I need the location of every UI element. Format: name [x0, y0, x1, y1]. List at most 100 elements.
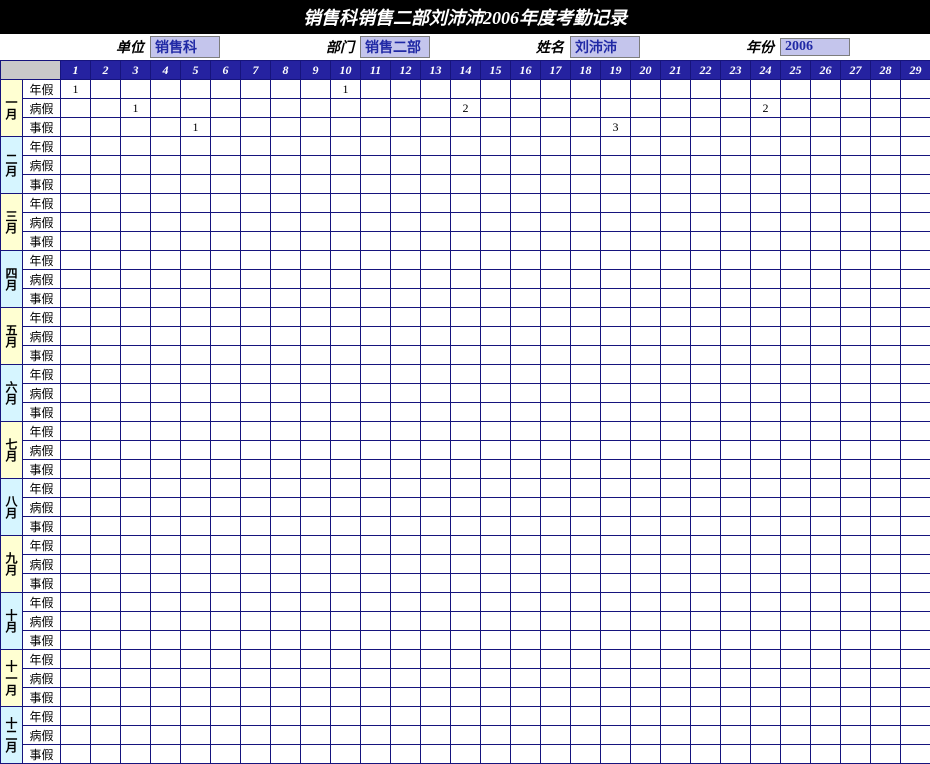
attendance-cell	[811, 479, 841, 498]
attendance-cell	[211, 555, 241, 574]
day-header-8: 8	[271, 61, 301, 80]
attendance-cell	[661, 99, 691, 118]
attendance-cell	[361, 403, 391, 422]
day-header-29: 29	[901, 61, 930, 80]
attendance-cell	[181, 669, 211, 688]
attendance-cell	[511, 137, 541, 156]
attendance-cell	[331, 555, 361, 574]
attendance-cell	[601, 612, 631, 631]
attendance-cell	[181, 745, 211, 764]
attendance-cell	[61, 460, 91, 479]
attendance-cell	[91, 289, 121, 308]
day-header-23: 23	[721, 61, 751, 80]
attendance-cell	[541, 156, 571, 175]
attendance-cell	[391, 270, 421, 289]
attendance-cell	[361, 726, 391, 745]
attendance-cell	[151, 517, 181, 536]
attendance-cell	[271, 308, 301, 327]
attendance-cell	[211, 403, 241, 422]
month-label: 一月	[1, 80, 23, 137]
attendance-cell	[511, 441, 541, 460]
attendance-cell	[481, 289, 511, 308]
unit-value: 销售科	[150, 36, 220, 58]
attendance-cell	[211, 688, 241, 707]
attendance-cell	[451, 156, 481, 175]
attendance-cell	[751, 745, 781, 764]
attendance-cell	[661, 517, 691, 536]
attendance-cell	[871, 745, 901, 764]
attendance-cell	[871, 80, 901, 99]
attendance-cell	[301, 327, 331, 346]
attendance-cell	[61, 593, 91, 612]
attendance-cell	[331, 99, 361, 118]
attendance-cell	[661, 327, 691, 346]
attendance-cell	[181, 555, 211, 574]
attendance-cell	[241, 745, 271, 764]
attendance-cell	[361, 156, 391, 175]
attendance-cell	[361, 745, 391, 764]
attendance-cell	[271, 232, 301, 251]
attendance-cell	[691, 251, 721, 270]
unit-label: 单位	[116, 37, 144, 57]
attendance-cell	[571, 346, 601, 365]
attendance-cell	[841, 99, 871, 118]
attendance-cell	[391, 688, 421, 707]
attendance-cell	[631, 118, 661, 137]
attendance-cell	[601, 137, 631, 156]
attendance-cell	[571, 441, 601, 460]
attendance-cell	[451, 536, 481, 555]
attendance-cell: 1	[61, 80, 91, 99]
attendance-cell	[271, 194, 301, 213]
attendance-cell	[91, 745, 121, 764]
attendance-cell	[451, 745, 481, 764]
attendance-cell	[481, 612, 511, 631]
attendance-cell	[481, 441, 511, 460]
attendance-cell	[901, 688, 930, 707]
attendance-cell	[181, 194, 211, 213]
attendance-cell	[901, 308, 930, 327]
attendance-cell	[391, 745, 421, 764]
attendance-cell	[211, 80, 241, 99]
attendance-cell	[691, 365, 721, 384]
attendance-cell	[781, 118, 811, 137]
attendance-cell	[151, 574, 181, 593]
attendance-cell	[841, 536, 871, 555]
attendance-cell	[871, 308, 901, 327]
attendance-cell	[841, 631, 871, 650]
attendance-cell	[151, 650, 181, 669]
attendance-cell	[511, 460, 541, 479]
attendance-cell	[181, 517, 211, 536]
attendance-cell	[541, 536, 571, 555]
attendance-cell	[331, 631, 361, 650]
attendance-cell	[121, 403, 151, 422]
attendance-cell	[691, 156, 721, 175]
day-header-1: 1	[61, 61, 91, 80]
year-value: 2006	[780, 38, 850, 56]
attendance-cell	[211, 498, 241, 517]
attendance-cell	[361, 631, 391, 650]
attendance-cell	[781, 251, 811, 270]
attendance-cell	[631, 669, 661, 688]
attendance-cell	[331, 156, 361, 175]
attendance-cell	[91, 270, 121, 289]
attendance-cell	[241, 688, 271, 707]
attendance-cell	[811, 403, 841, 422]
attendance-cell	[241, 669, 271, 688]
attendance-cell	[91, 175, 121, 194]
attendance-cell	[451, 365, 481, 384]
attendance-cell	[271, 80, 301, 99]
attendance-cell	[301, 175, 331, 194]
attendance-cell	[871, 498, 901, 517]
attendance-cell	[841, 270, 871, 289]
attendance-cell	[841, 118, 871, 137]
attendance-cell	[151, 213, 181, 232]
attendance-cell	[331, 251, 361, 270]
attendance-cell	[601, 745, 631, 764]
attendance-cell	[361, 365, 391, 384]
attendance-cell	[301, 688, 331, 707]
attendance-cell	[901, 745, 930, 764]
leave-type-label: 病假	[23, 384, 61, 403]
attendance-cell	[571, 194, 601, 213]
attendance-cell	[751, 460, 781, 479]
attendance-cell	[601, 175, 631, 194]
